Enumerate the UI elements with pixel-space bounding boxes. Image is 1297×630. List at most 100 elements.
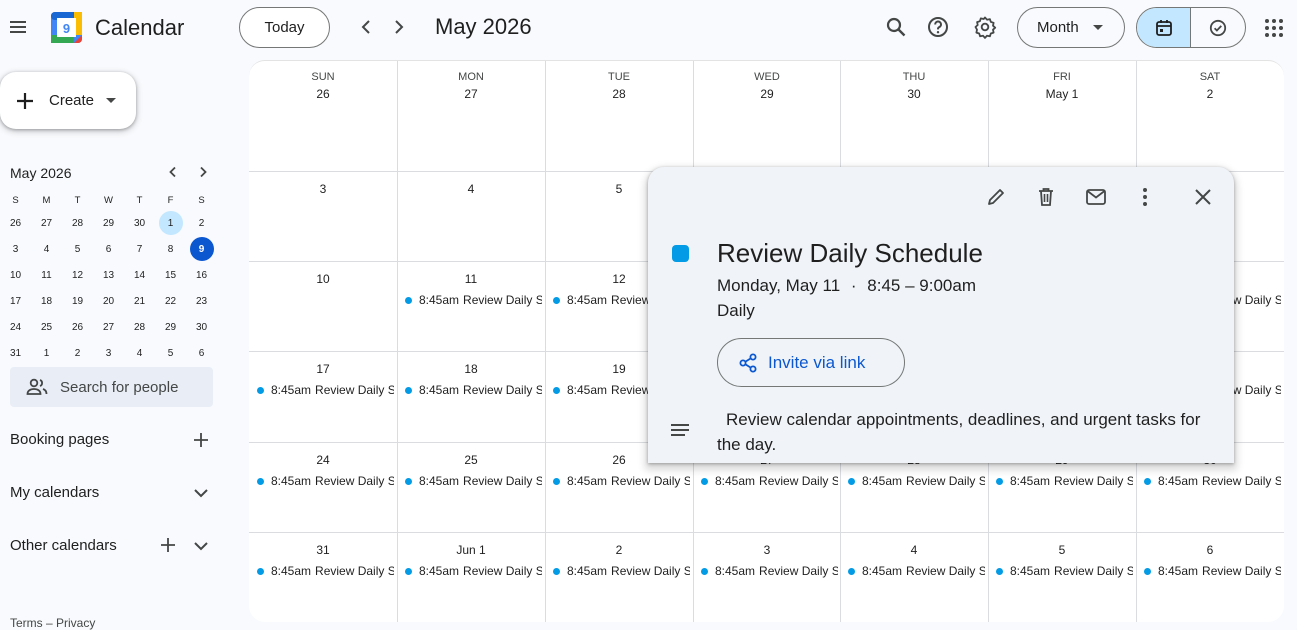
mini-next-chevron-icon[interactable] (196, 165, 210, 179)
delete-trash-icon[interactable] (1035, 186, 1057, 208)
mini-day[interactable]: 27 (93, 314, 124, 340)
day-number[interactable]: 6 (1136, 542, 1284, 558)
mini-day[interactable]: 4 (31, 236, 62, 262)
mini-day[interactable]: 3 (93, 340, 124, 366)
today-button[interactable]: Today (239, 7, 330, 48)
day-number[interactable]: 2 (1136, 86, 1284, 102)
day-number[interactable]: 31 (249, 542, 397, 558)
calendar-tasks-toggle[interactable] (1136, 7, 1246, 48)
mini-day[interactable]: 26 (62, 314, 93, 340)
day-cell[interactable]: 11 8:45amReview Daily Schedule (397, 261, 545, 351)
day-cell[interactable]: 5 8:45amReview Daily Schedule (988, 532, 1136, 622)
mini-prev-chevron-icon[interactable] (166, 165, 180, 179)
mini-day[interactable]: 14 (124, 262, 155, 288)
event-chip[interactable]: 8:45amReview Daily Schedule (257, 472, 394, 490)
day-number[interactable]: 24 (249, 452, 397, 468)
day-cell[interactable]: 18 8:45amReview Daily Schedule (397, 351, 545, 442)
day-number[interactable]: 4 (397, 181, 545, 197)
view-selector[interactable]: Month (1017, 7, 1125, 48)
mini-day[interactable]: 29 (155, 314, 186, 340)
day-number[interactable]: 11 (397, 271, 545, 287)
day-cell[interactable]: TUE 28 (545, 61, 693, 171)
other-calendars-chevron-down-icon[interactable] (191, 536, 211, 556)
day-number[interactable]: 29 (693, 86, 841, 102)
event-chip[interactable]: 8:45amReview Daily Schedule (553, 472, 690, 490)
mini-day[interactable]: 2 (62, 340, 93, 366)
my-calendars-chevron-down-icon[interactable] (191, 483, 211, 503)
mini-day[interactable]: 25 (31, 314, 62, 340)
my-calendars-label[interactable]: My calendars (10, 484, 99, 501)
mini-day[interactable]: 8 (155, 236, 186, 262)
help-icon[interactable] (927, 16, 949, 38)
search-people-input[interactable]: Search for people (10, 367, 213, 407)
day-cell[interactable]: SAT 2 (1136, 61, 1284, 171)
more-options-icon[interactable] (1134, 186, 1156, 208)
mini-day[interactable]: 1 (155, 210, 186, 236)
other-calendars-label[interactable]: Other calendars (10, 537, 117, 554)
day-cell[interactable]: THU 30 (840, 61, 988, 171)
booking-pages-label[interactable]: Booking pages (10, 431, 109, 448)
event-chip[interactable]: 8:45amReview Daily Schedule (848, 472, 985, 490)
mini-day[interactable]: 31 (0, 340, 31, 366)
day-cell[interactable]: 25 8:45amReview Daily Schedule (397, 442, 545, 532)
calendar-view-icon[interactable] (1137, 8, 1192, 47)
day-cell[interactable]: MON 27 (397, 61, 545, 171)
day-cell[interactable]: 10 (249, 261, 397, 351)
mini-day[interactable]: 18 (31, 288, 62, 314)
event-chip[interactable]: 8:45amReview Daily Schedule (405, 472, 542, 490)
invite-via-link-button[interactable]: Invite via link (717, 338, 905, 387)
day-number[interactable]: 18 (397, 361, 545, 377)
mini-day[interactable]: 20 (93, 288, 124, 314)
day-cell[interactable]: 4 (397, 171, 545, 261)
close-icon[interactable] (1192, 186, 1214, 208)
day-cell[interactable]: FRI May 1 (988, 61, 1136, 171)
mini-day[interactable]: 12 (62, 262, 93, 288)
day-number[interactable]: 28 (545, 86, 693, 102)
day-number[interactable]: 25 (397, 452, 545, 468)
search-icon[interactable] (885, 16, 907, 38)
mini-day[interactable]: 26 (0, 210, 31, 236)
day-number[interactable]: 30 (840, 86, 988, 102)
day-number[interactable]: 2 (545, 542, 693, 558)
mini-day[interactable]: 28 (124, 314, 155, 340)
mini-day[interactable]: 15 (155, 262, 186, 288)
day-number[interactable]: 10 (249, 271, 397, 287)
mini-day[interactable]: 6 (186, 340, 217, 366)
day-cell[interactable]: 3 (249, 171, 397, 261)
mini-day[interactable]: 6 (93, 236, 124, 262)
day-number[interactable]: 4 (840, 542, 988, 558)
main-menu-icon[interactable] (8, 17, 28, 37)
day-number[interactable]: 5 (988, 542, 1136, 558)
mini-day[interactable]: 19 (62, 288, 93, 314)
mini-day[interactable]: 11 (31, 262, 62, 288)
mini-day[interactable]: 23 (186, 288, 217, 314)
day-cell[interactable]: SUN 26 (249, 61, 397, 171)
event-chip[interactable]: 8:45amReview Daily Schedule (701, 562, 838, 580)
event-chip[interactable]: 8:45amReview Daily Schedule (257, 381, 394, 399)
event-chip[interactable]: 8:45amReview Daily Schedule (701, 472, 838, 490)
day-cell[interactable]: 17 8:45amReview Daily Schedule (249, 351, 397, 442)
mini-day[interactable]: 27 (31, 210, 62, 236)
terms-privacy-link[interactable]: Terms – Privacy (10, 616, 95, 630)
mini-day[interactable]: 22 (155, 288, 186, 314)
day-number[interactable]: May 1 (988, 86, 1136, 102)
apps-grid-icon[interactable] (1264, 18, 1284, 38)
day-cell[interactable]: 4 8:45amReview Daily Schedule (840, 532, 988, 622)
tasks-view-icon[interactable] (1191, 8, 1245, 47)
mini-day[interactable]: 30 (124, 210, 155, 236)
mini-day[interactable]: 10 (0, 262, 31, 288)
mini-day[interactable]: 9 (186, 236, 217, 262)
event-chip[interactable]: 8:45amReview Daily Schedule (848, 562, 985, 580)
next-month-chevron-icon[interactable] (388, 16, 410, 38)
day-cell[interactable]: 3 8:45amReview Daily Schedule (693, 532, 841, 622)
create-button[interactable]: Create (0, 72, 136, 129)
event-chip[interactable]: 8:45amReview Daily Schedule (553, 562, 690, 580)
mini-day[interactable]: 24 (0, 314, 31, 340)
day-number[interactable]: 27 (397, 86, 545, 102)
day-number[interactable]: 3 (249, 181, 397, 197)
day-number[interactable]: 3 (693, 542, 841, 558)
mini-day[interactable]: 28 (62, 210, 93, 236)
email-envelope-icon[interactable] (1085, 186, 1107, 208)
mini-day[interactable]: 29 (93, 210, 124, 236)
day-number[interactable]: 17 (249, 361, 397, 377)
